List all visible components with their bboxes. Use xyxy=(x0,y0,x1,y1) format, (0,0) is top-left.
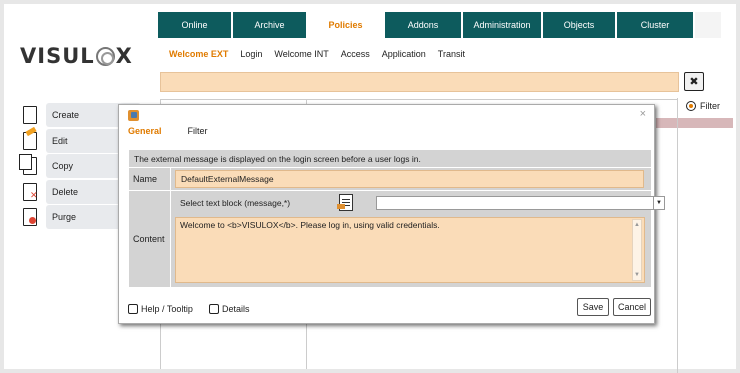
scroll-up-icon[interactable]: ▲ xyxy=(633,220,641,230)
scroll-down-icon[interactable]: ▼ xyxy=(633,270,641,280)
create-label: Create xyxy=(52,110,80,120)
dialog-close-button[interactable]: × xyxy=(640,108,646,120)
copy-document-icon xyxy=(19,154,37,175)
details-checkbox[interactable]: Details xyxy=(209,304,250,314)
delete-label: Delete xyxy=(52,186,79,197)
chevron-down-icon: ▼ xyxy=(653,197,664,209)
dialog-tab-general[interactable]: General xyxy=(128,126,162,136)
filter-radio-icon xyxy=(686,101,696,111)
cancel-button[interactable]: Cancel xyxy=(613,298,651,316)
edit-message-dialog: × General Filter The external message is… xyxy=(118,104,665,325)
edit-document-icon xyxy=(23,131,37,150)
dialog-description: The external message is displayed on the… xyxy=(129,150,651,167)
select-text-block-label: Select text block (message,*) xyxy=(180,198,291,208)
text-block-document-icon[interactable] xyxy=(337,194,353,211)
search-input[interactable] xyxy=(160,72,679,92)
tab-online[interactable]: Online xyxy=(158,12,233,38)
details-checkbox-box xyxy=(209,304,219,314)
logo-text-left: VISUL xyxy=(20,44,95,68)
subnav-welcome-ext[interactable]: Welcome EXT xyxy=(169,49,228,59)
edit-label: Edit xyxy=(52,135,68,146)
window-frame-left xyxy=(0,0,4,373)
filter-toggle[interactable]: Filter xyxy=(686,101,720,111)
tab-objects[interactable]: Objects xyxy=(543,12,617,38)
dialog-form: Name DefaultExternalMessage Content Sele… xyxy=(129,168,665,287)
logo-ring-icon xyxy=(95,46,115,66)
visulox-logo: VISUL X xyxy=(20,44,133,68)
window-frame-top xyxy=(0,0,740,4)
app-window: { "logo": { "text_left": "VISUL", "text_… xyxy=(0,0,740,373)
name-label: Name xyxy=(129,168,170,190)
text-block-select[interactable]: ▼ xyxy=(376,196,665,210)
purge-document-icon xyxy=(23,208,37,226)
clear-search-button[interactable]: ✖ xyxy=(684,72,704,91)
help-checkbox-box xyxy=(128,304,138,314)
window-frame-right xyxy=(736,0,740,373)
content-textarea[interactable]: Welcome to <b>VISULOX</b>. Please log in… xyxy=(175,217,645,283)
window-frame-bottom xyxy=(0,369,740,373)
top-navigation-filler xyxy=(695,12,721,38)
list-panel-header-line xyxy=(161,99,678,100)
dialog-app-icon xyxy=(128,110,139,121)
help-tooltip-checkbox[interactable]: Help / Tooltip xyxy=(128,304,193,314)
top-navigation: Online Archive Policies Addons Administr… xyxy=(158,12,695,38)
copy-label: Copy xyxy=(52,161,74,171)
content-label: Content xyxy=(129,191,170,287)
help-tooltip-label: Help / Tooltip xyxy=(141,304,193,314)
close-icon: ✖ xyxy=(689,76,699,88)
subnav-welcome-int[interactable]: Welcome INT xyxy=(274,49,328,59)
new-document-icon xyxy=(23,106,37,124)
tab-addons[interactable]: Addons xyxy=(385,12,463,38)
tab-administration[interactable]: Administration xyxy=(463,12,543,38)
content-text: Welcome to <b>VISULOX</b>. Please log in… xyxy=(180,220,440,230)
filter-panel: Filter xyxy=(677,98,733,373)
filter-label: Filter xyxy=(700,101,720,111)
save-button[interactable]: Save xyxy=(577,298,609,316)
dialog-footer: Help / Tooltip Details Save Cancel xyxy=(119,295,656,325)
subnav-transit[interactable]: Transit xyxy=(438,49,465,59)
logo-text-right: X xyxy=(115,44,133,68)
subnav-login[interactable]: Login xyxy=(240,49,262,59)
subnav-access[interactable]: Access xyxy=(341,49,370,59)
delete-document-icon xyxy=(23,182,38,201)
tab-archive[interactable]: Archive xyxy=(233,12,308,38)
name-field-cell: DefaultExternalMessage xyxy=(171,168,651,190)
content-scrollbar[interactable]: ▲ ▼ xyxy=(632,219,642,281)
dialog-tab-filter[interactable]: Filter xyxy=(188,126,208,136)
subnav-application[interactable]: Application xyxy=(382,49,426,59)
content-field-cell: Select text block (message,*) ▼ Welcome … xyxy=(171,191,665,287)
tab-policies[interactable]: Policies xyxy=(308,12,385,38)
sub-navigation: Welcome EXT Login Welcome INT Access App… xyxy=(158,38,721,70)
purge-label: Purge xyxy=(52,212,77,222)
details-label: Details xyxy=(222,304,250,314)
name-field[interactable]: DefaultExternalMessage xyxy=(175,170,644,188)
dialog-tabs: General Filter xyxy=(128,126,208,136)
tab-cluster[interactable]: Cluster xyxy=(617,12,695,38)
